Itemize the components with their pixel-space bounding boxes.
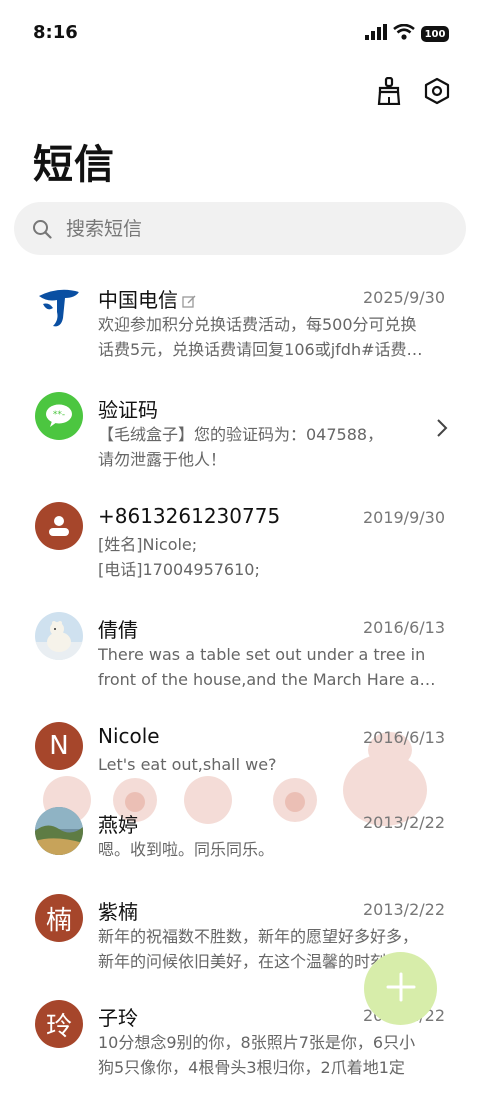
contact-name: +8613261230775 (98, 504, 281, 528)
person-icon (35, 502, 83, 550)
edit-note-icon (182, 290, 196, 314)
status-time: 8:16 (33, 22, 78, 43)
preview-line: 请勿泄露于他人！ (98, 450, 227, 469)
avatar-letter: N (49, 731, 69, 761)
contact-name: 中国电信 (98, 284, 196, 314)
message-bubble-icon: **- (35, 392, 83, 440)
brush-icon (376, 76, 402, 109)
clean-brush-button[interactable] (374, 76, 404, 109)
preview-line: front of the house,and the March Hare an… (98, 670, 445, 689)
settings-gear-icon (423, 77, 451, 109)
search-input[interactable] (64, 216, 428, 241)
preview-line: 话费5元，兑换话费请回复106或jfdh#话费… (98, 340, 423, 359)
message-preview: 嗯。收到啦。同乐同乐。 (98, 837, 445, 862)
plus-icon (386, 972, 416, 1006)
avatar-letter: 玲 (45, 1011, 72, 1042)
preview-line: Let's eat out,shall we? (98, 755, 277, 774)
message-date: 2013/2/22 (362, 813, 445, 832)
avatar: N (35, 722, 83, 770)
contact-name: 紫楠 (98, 900, 138, 924)
message-date: 2013/2/22 (362, 900, 445, 919)
message-preview: There was a table set out under a tree i… (98, 642, 445, 692)
conversation-item[interactable]: +8613261230775 2019/9/30 [姓名]Nicole; [电话… (0, 490, 480, 598)
settings-button[interactable] (422, 77, 452, 109)
battery-icon: 100 (421, 26, 449, 42)
avatar: 玲 (35, 1000, 83, 1048)
svg-text:**-: **- (53, 410, 65, 420)
contact-name: 验证码 (98, 398, 158, 422)
avatar: 楠 (35, 894, 83, 942)
message-date: 2025/9/30 (362, 288, 445, 307)
message-preview: 10分想念9别的你，8张照片7张是你，6只小 狗5只像你，4根骨头3根归你，2爪… (98, 1030, 445, 1080)
preview-line: There was a table set out under a tree i… (98, 645, 426, 664)
chevron-right-icon (436, 418, 448, 442)
preview-line: 狗5只像你，4根骨头3根归你，2爪着地1定 (98, 1058, 405, 1077)
contact-name: 子玲 (98, 1006, 138, 1030)
preview-line: 10分想念9别的你，8张照片7张是你，6只小 (98, 1033, 416, 1052)
contact-name: 燕婷 (98, 813, 138, 837)
avatar-letter: 楠 (45, 905, 72, 936)
conversation-item[interactable]: 倩倩 2016/6/13 There was a table set out u… (0, 600, 480, 708)
conversation-item[interactable]: 中国电信 2025/9/30 欢迎参加积分兑换话费活动，每500分可兑换 话费5… (0, 270, 480, 378)
message-preview: 欢迎参加积分兑换话费活动，每500分可兑换 话费5元，兑换话费请回复106或jf… (98, 312, 445, 362)
wifi-icon (393, 23, 415, 44)
conversation-item[interactable]: **- 验证码 【毛绒盒子】您的验证码为：047588， 请勿泄露于他人！ (0, 380, 480, 488)
preview-line: [电话]17004957610; (98, 560, 260, 579)
message-date: 2016/6/13 (362, 728, 445, 747)
preview-line: 新年的祝福数不胜数，新年的愿望好多好多， (98, 927, 419, 946)
message-date: 2016/6/13 (362, 618, 445, 637)
status-bar: 8:16 100 (0, 0, 480, 66)
preview-line: 欢迎参加积分兑换话费活动，每500分可兑换 (98, 315, 417, 334)
message-preview: [姓名]Nicole; [电话]17004957610; (98, 532, 445, 582)
message-preview: 【毛绒盒子】您的验证码为：047588， 请勿泄露于他人！ (98, 422, 445, 472)
message-preview: Let's eat out,shall we? (98, 752, 445, 777)
china-telecom-logo (35, 282, 83, 330)
polar-bear-photo (35, 612, 83, 660)
new-message-button[interactable] (364, 952, 437, 1025)
preview-line: 嗯。收到啦。同乐同乐。 (98, 840, 275, 859)
page-title: 短信 (33, 142, 115, 188)
contact-name: 倩倩 (98, 618, 138, 642)
preview-line: 【毛绒盒子】您的验证码为：047588， (98, 425, 384, 444)
search-icon (32, 219, 52, 239)
search-bar[interactable] (14, 202, 466, 255)
message-date: 2019/9/30 (362, 508, 445, 527)
signal-icon (365, 24, 387, 44)
status-icons: 100 (365, 23, 449, 44)
preview-line: [姓名]Nicole; (98, 535, 198, 554)
top-actions (374, 76, 452, 109)
contact-name: Nicole (98, 724, 160, 748)
landscape-photo (35, 807, 83, 855)
